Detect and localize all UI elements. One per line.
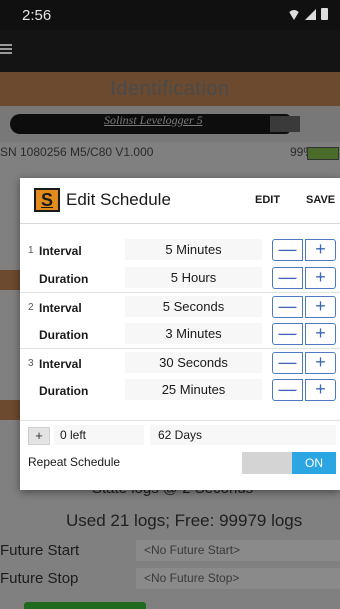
header-divider xyxy=(20,223,340,224)
device-info-row: SN 1080256 M5/C80 V1.000 99% xyxy=(0,142,340,162)
start-button[interactable] xyxy=(24,602,146,609)
serial-info: SN 1080256 M5/C80 V1.000 xyxy=(0,145,154,159)
status-time: 2:56 xyxy=(22,6,52,24)
edit-schedule-dialog: S Edit Schedule EDIT SAVE 1 Interval 5 M… xyxy=(20,178,340,490)
row-label: Duration xyxy=(39,272,89,286)
future-stop-label: Future Stop xyxy=(0,570,79,587)
schedule-summary-row: + 0 left 62 Days xyxy=(20,420,340,445)
decrement-button[interactable]: — xyxy=(272,239,303,261)
decrement-button[interactable]: — xyxy=(272,323,303,345)
schedule-row-1-duration: Duration 5 Hours — + xyxy=(20,264,340,293)
signal-icon xyxy=(305,9,316,20)
add-schedule-button[interactable]: + xyxy=(28,427,50,445)
schedule-row-3-duration: Duration 25 Minutes — + xyxy=(20,376,340,405)
dialog-title: Edit Schedule xyxy=(66,190,171,209)
status-bar: 2:56 xyxy=(0,0,340,30)
interval-value-field[interactable]: 5 Seconds xyxy=(125,296,262,317)
increment-button[interactable]: + xyxy=(305,296,336,318)
future-start-label: Future Start xyxy=(0,542,80,559)
increment-button[interactable]: + xyxy=(305,352,336,374)
device-brand: Solinst Levelogger 5 xyxy=(104,113,203,127)
total-days-value: 62 Days xyxy=(150,425,336,445)
battery-gauge-icon xyxy=(307,147,339,160)
repeat-schedule-toggle[interactable]: ON xyxy=(242,452,336,474)
schedule-row-2-duration: Duration 3 Minutes — + xyxy=(20,320,340,349)
row-number: 1 xyxy=(28,245,34,256)
increment-button[interactable]: + xyxy=(305,379,336,401)
logger-cap xyxy=(270,116,300,132)
entries-left-value: 0 left xyxy=(54,425,144,445)
increment-button[interactable]: + xyxy=(305,267,336,289)
solinst-app-icon: S xyxy=(34,188,60,212)
edit-button[interactable]: EDIT xyxy=(255,194,280,206)
device-image: Solinst Levelogger 5 xyxy=(0,106,340,142)
menu-icon[interactable] xyxy=(0,44,12,56)
save-button[interactable]: SAVE xyxy=(306,194,335,206)
schedule-row-2-interval: 2 Interval 5 Seconds — + xyxy=(20,292,340,321)
increment-button[interactable]: + xyxy=(305,323,336,345)
status-icons xyxy=(288,8,328,20)
row-label: Interval xyxy=(39,244,82,258)
decrement-button[interactable]: — xyxy=(272,296,303,318)
row-label: Interval xyxy=(39,301,82,315)
log-usage-text: Used 21 logs; Free: 99979 logs xyxy=(66,511,303,530)
schedule-row-3-interval: 3 Interval 30 Seconds — + xyxy=(20,348,340,377)
toggle-on-label: ON xyxy=(292,452,336,474)
repeat-schedule-label: Repeat Schedule xyxy=(28,455,121,469)
future-stop-value[interactable]: <No Future Stop> xyxy=(136,568,340,589)
dialog-header: S Edit Schedule EDIT SAVE xyxy=(20,178,340,222)
app-toolbar xyxy=(0,30,340,72)
interval-value-field[interactable]: 30 Seconds xyxy=(125,352,262,373)
identification-header: Identification xyxy=(0,72,340,106)
future-stop-row[interactable]: Future Stop <No Future Stop> xyxy=(0,568,340,590)
row-number: 2 xyxy=(28,302,34,313)
interval-value-field[interactable]: 5 Minutes xyxy=(125,239,262,260)
increment-button[interactable]: + xyxy=(305,239,336,261)
future-start-value[interactable]: <No Future Start> xyxy=(136,540,340,561)
row-label: Duration xyxy=(39,328,89,342)
decrement-button[interactable]: — xyxy=(272,379,303,401)
row-label: Duration xyxy=(39,384,89,398)
repeat-schedule-row: Repeat Schedule ON xyxy=(20,450,340,474)
duration-value-field[interactable]: 5 Hours xyxy=(125,267,262,288)
wifi-icon xyxy=(288,10,300,20)
duration-value-field[interactable]: 25 Minutes xyxy=(125,379,262,400)
decrement-button[interactable]: — xyxy=(272,267,303,289)
duration-value-field[interactable]: 3 Minutes xyxy=(125,323,262,344)
battery-icon xyxy=(321,8,328,20)
future-start-row[interactable]: Future Start <No Future Start> xyxy=(0,540,340,562)
schedule-row-1-interval: 1 Interval 5 Minutes — + xyxy=(20,236,340,265)
decrement-button[interactable]: — xyxy=(272,352,303,374)
row-number: 3 xyxy=(28,358,34,369)
row-label: Interval xyxy=(39,357,82,371)
